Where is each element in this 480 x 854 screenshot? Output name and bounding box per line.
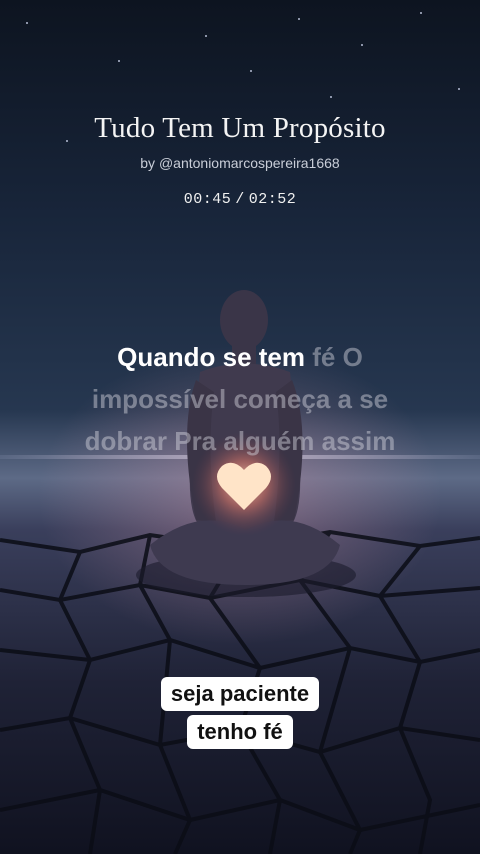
lyric-sung-text: Quando se tem	[117, 342, 305, 372]
caption-text-2: tenho fé	[187, 715, 293, 749]
time-separator: /	[235, 191, 245, 208]
lyric-line-2: impossível começa a se	[91, 384, 389, 414]
caption-line-2: tenho fé	[0, 715, 480, 749]
caption-text-1: seja paciente	[160, 677, 320, 711]
lyric-line-3: dobrar Pra alguém assim	[84, 426, 396, 456]
lyrics-block: Quando se tem fé O impossível começa a s…	[40, 336, 440, 462]
artist-credit: by @antoniomarcospereira1668	[140, 155, 340, 171]
total-duration: 02:52	[248, 191, 297, 208]
lyric-upcoming-text: fé O	[312, 342, 363, 372]
elapsed-time: 00:45	[183, 191, 232, 208]
playback-time: 00:45/02:52	[0, 191, 480, 208]
caption-line-1: seja paciente	[0, 677, 480, 711]
lyric-line-1: Quando se tem fé O	[40, 336, 440, 378]
song-title: Tudo Tem Um Propósito	[94, 112, 386, 144]
